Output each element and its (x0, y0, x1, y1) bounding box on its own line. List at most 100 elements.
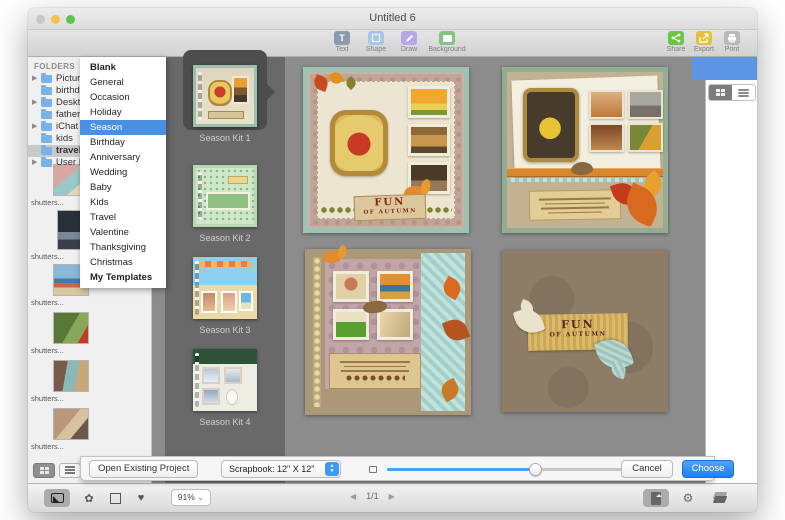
menu-item-thanksgiving[interactable]: Thanksgiving (80, 240, 166, 255)
chevron-down-icon: ⌄ (197, 492, 205, 502)
cancel-button[interactable]: Cancel (621, 460, 673, 478)
spiral-binding-icon (195, 261, 199, 315)
text-tool-button[interactable]: T Text (324, 31, 360, 53)
slider-knob[interactable] (529, 463, 542, 476)
template-preview-canvas: FUN OF AUTUMN FUN OF AUTUMN (285, 57, 705, 483)
template-thumbnail[interactable] (193, 349, 257, 411)
grid-icon (39, 466, 49, 474)
template-item-season-kit-1[interactable]: Season Kit 1 (165, 65, 285, 143)
gear-icon: ⚙ (682, 491, 694, 505)
photo-thumbnail[interactable] (54, 409, 88, 439)
menu-item-christmas[interactable]: Christmas (80, 255, 166, 270)
spiral-binding-icon (198, 172, 202, 220)
layers-button[interactable] (707, 489, 733, 507)
spiral-binding-icon (195, 353, 199, 407)
page-settings-button[interactable] (643, 489, 669, 507)
menu-item-wedding[interactable]: Wedding (80, 165, 166, 180)
acorn-row-sticker (345, 374, 405, 381)
photo-list-item[interactable]: shutters... (28, 361, 152, 403)
menu-item-travel[interactable]: Travel (80, 210, 166, 225)
page-preview-4[interactable]: FUN OF AUTUMN (502, 250, 668, 412)
page-preview-3[interactable] (305, 249, 471, 415)
menu-item-my-templates[interactable]: My Templates (80, 270, 166, 285)
favorites-panel-button[interactable]: ♥ (128, 489, 154, 507)
main-area: FOLDERS ▶ Pictures birthday ▶ Desktop fa… (28, 50, 757, 483)
page-preview-1[interactable]: FUN OF AUTUMN (303, 67, 469, 233)
template-item-season-kit-2[interactable]: Season Kit 2 (165, 165, 285, 243)
clipart-panel-button[interactable]: ✿ (76, 489, 102, 507)
zoom-level-dropdown[interactable]: 91% ⌄ (171, 489, 211, 506)
menu-item-kids[interactable]: Kids (80, 195, 166, 210)
list-view-button[interactable] (59, 462, 81, 478)
photo-thumbnail[interactable] (54, 361, 88, 391)
statusbar-right-group: ⚙ (643, 489, 733, 507)
page2-large-photo (523, 88, 579, 162)
sidebar-view-toolbar (28, 460, 81, 480)
template-thumbnail[interactable] (193, 165, 257, 227)
disclosure-triangle-icon[interactable]: ▶ (32, 73, 37, 85)
disclosure-triangle-icon[interactable]: ▶ (32, 121, 37, 133)
template-thumbnail[interactable] (193, 257, 257, 319)
menu-item-general[interactable]: General (80, 75, 166, 90)
thumbnail-zoom-slider[interactable] (387, 463, 643, 476)
window-title: Untitled 6 (369, 12, 416, 24)
menu-item-baby[interactable]: Baby (80, 180, 166, 195)
background-tool-button[interactable]: Background (424, 31, 470, 53)
next-page-button[interactable]: ▶ (389, 492, 395, 501)
page-preview-2[interactable] (502, 67, 668, 233)
pages-view-segmented-control (708, 84, 756, 101)
frames-panel-button[interactable] (102, 489, 128, 507)
open-existing-project-button[interactable]: Open Existing Project (89, 460, 199, 478)
pages-list-view-button[interactable] (732, 85, 755, 100)
settings-button[interactable]: ⚙ (675, 489, 701, 507)
template-list: Season Kit 1 Season Kit 2 Season Kit 3 S… (165, 50, 285, 483)
template-thumbnail[interactable] (193, 65, 257, 127)
menu-item-occasion[interactable]: Occasion (80, 90, 166, 105)
menu-item-valentine[interactable]: Valentine (80, 225, 166, 240)
page2-journal-plaque (528, 189, 622, 221)
print-icon (724, 31, 740, 45)
photo-list-item[interactable]: shutters... (28, 409, 152, 451)
export-icon (696, 31, 712, 45)
background-icon (439, 31, 455, 45)
scrapbook-size-select[interactable]: Scrapbook: 12" X 12" ▲ ▼ (221, 460, 341, 478)
folder-icon (41, 133, 52, 143)
photo-list-item[interactable]: shutters... (28, 313, 152, 355)
shape-icon (368, 31, 384, 45)
print-button[interactable]: Print (714, 31, 750, 53)
screenshot-stage: Untitled 6 T Text Shape Draw Background (0, 0, 785, 520)
page3-journal-plaque (329, 353, 421, 389)
folder-icon (41, 121, 52, 131)
photos-panel-button[interactable] (44, 489, 70, 507)
pages-panel-selected-strip[interactable] (692, 57, 757, 80)
menu-item-holiday[interactable]: Holiday (80, 105, 166, 120)
template-item-season-kit-3[interactable]: Season Kit 3 (165, 257, 285, 335)
disclosure-triangle-icon[interactable]: ▶ (32, 97, 37, 109)
page-navigation: ◀ 1/1 ▶ (350, 491, 395, 501)
folder-icon (41, 97, 52, 107)
photo-icon (50, 493, 64, 503)
draw-tool-button[interactable]: Draw (391, 31, 427, 53)
category-menu: Blank General Occasion Holiday Season Bi… (80, 57, 166, 288)
document-icon (651, 491, 662, 505)
list-icon (738, 88, 749, 98)
dialog-bottom-bar: Open Existing Project Scrapbook: 12" X 1… (80, 456, 734, 481)
spiral-binding-icon (198, 72, 202, 120)
heart-icon: ♥ (137, 492, 145, 504)
choose-button[interactable]: Choose (682, 460, 734, 478)
menu-item-season-selected[interactable]: Season (80, 120, 166, 135)
menu-item-anniversary[interactable]: Anniversary (80, 150, 166, 165)
previous-page-button[interactable]: ◀ (350, 492, 356, 501)
grid-view-button[interactable] (33, 462, 55, 478)
menu-item-blank[interactable]: Blank (80, 60, 166, 75)
folder-icon (41, 85, 52, 95)
template-item-season-kit-4[interactable]: Season Kit 4 (165, 349, 285, 427)
menu-item-birthday[interactable]: Birthday (80, 135, 166, 150)
stepper-icon[interactable]: ▲ ▼ (325, 462, 339, 476)
list-icon (65, 465, 75, 476)
pages-grid-view-button[interactable] (709, 85, 732, 100)
photo-thumbnail[interactable] (54, 313, 88, 343)
shape-tool-button[interactable]: Shape (358, 31, 394, 53)
flower-icon: ✿ (84, 492, 94, 505)
toolbar: T Text Shape Draw Background Share Expor… (28, 30, 757, 57)
